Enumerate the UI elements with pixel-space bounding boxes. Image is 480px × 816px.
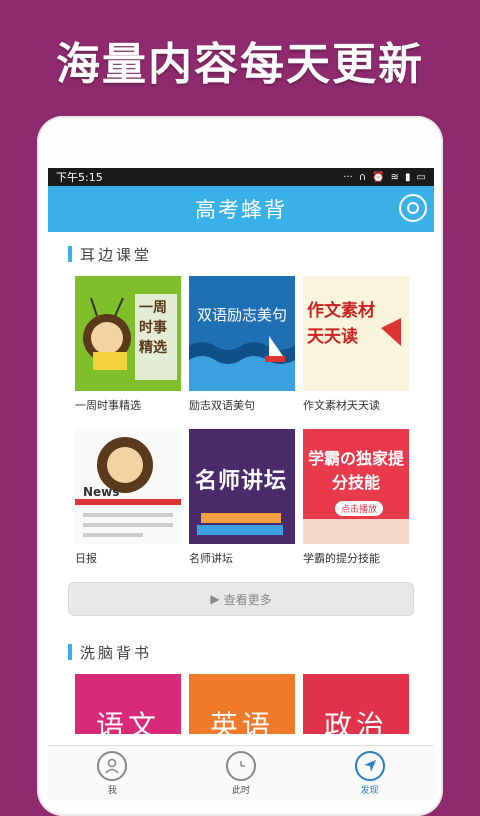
compass-icon bbox=[354, 750, 385, 781]
view-more-label: 查看更多 bbox=[223, 592, 272, 607]
thumb-text: 名师讲坛 bbox=[195, 469, 288, 494]
subject-label: 政治 bbox=[323, 709, 388, 734]
app-screen: 下午5:15 ··· ∩ ⏰ ≋ ▮ ▭ 高考蜂背 耳边课堂 一周时事精选 一周… bbox=[48, 168, 434, 800]
course-card[interactable]: 一周时事精选 一周时事精选 bbox=[75, 276, 181, 429]
section-marker bbox=[68, 644, 72, 660]
play-icon: ▶ bbox=[210, 592, 220, 606]
course-caption: 学霸的提分技能 bbox=[303, 552, 380, 565]
dots-icon: ··· bbox=[343, 171, 353, 183]
user-icon bbox=[97, 750, 128, 781]
wifi-icon: ≋ bbox=[390, 171, 400, 183]
subject-card[interactable]: 英语 bbox=[189, 674, 295, 734]
course-card[interactable]: News 日报 bbox=[75, 429, 181, 582]
battery-icon: ▭ bbox=[416, 171, 426, 183]
subject-card[interactable]: 语文 bbox=[75, 674, 181, 734]
promo-headline: 海量内容每天更新 bbox=[56, 39, 424, 90]
section-title-memorize: 洗脑背书 bbox=[48, 630, 434, 674]
alarm-icon: ⏰ bbox=[372, 171, 385, 183]
thumb-text: 学霸の独家提分技能 bbox=[307, 449, 404, 492]
course-caption: 日报 bbox=[75, 552, 97, 565]
course-grid: 一周时事精选 一周时事精选 双语励志美句 励志双语美句 作文素材天天读 作文素材… bbox=[48, 276, 434, 582]
section-title-classroom: 耳边课堂 bbox=[48, 232, 434, 276]
course-thumbnail[interactable]: 名师讲坛 bbox=[189, 429, 295, 544]
course-thumbnail[interactable]: 双语励志美句 bbox=[189, 276, 295, 391]
course-card[interactable]: 学霸の独家提分技能 点击播放 学霸的提分技能 bbox=[303, 429, 409, 582]
course-caption: 作文素材天天读 bbox=[303, 399, 380, 412]
tab-label: 发现 bbox=[360, 785, 379, 796]
subject-label: 语文 bbox=[95, 709, 160, 734]
signal-icon: ▮ bbox=[405, 171, 411, 183]
app-title: 高考蜂背 bbox=[195, 198, 287, 222]
course-caption: 名师讲坛 bbox=[189, 552, 233, 565]
course-thumbnail[interactable]: News bbox=[75, 429, 181, 544]
tab-now[interactable]: 此时 bbox=[177, 746, 306, 800]
course-card[interactable]: 名师讲坛 名师讲坛 bbox=[189, 429, 295, 582]
record-button[interactable] bbox=[399, 194, 427, 222]
status-bar: 下午5:15 ··· ∩ ⏰ ≋ ▮ ▭ bbox=[48, 168, 434, 186]
course-card[interactable]: 作文素材天天读 作文素材天天读 bbox=[303, 276, 409, 429]
record-icon bbox=[407, 202, 419, 214]
clock-icon bbox=[226, 750, 256, 781]
thumb-text: 一周时事精选 bbox=[139, 300, 167, 356]
section-label: 耳边课堂 bbox=[80, 245, 153, 264]
main-content: 耳边课堂 一周时事精选 一周时事精选 双语励志美句 励志双语美句 作文素材天天读… bbox=[48, 232, 434, 752]
course-thumbnail[interactable]: 作文素材天天读 bbox=[303, 276, 409, 391]
section-marker bbox=[68, 246, 72, 262]
status-time: 下午5:15 bbox=[56, 171, 103, 184]
view-more-button[interactable]: ▶ 查看更多 bbox=[68, 582, 414, 616]
course-card[interactable]: 双语励志美句 励志双语美句 bbox=[189, 276, 295, 429]
bottom-tab-bar: 我 此时 发现 bbox=[48, 745, 434, 800]
tab-label: 我 bbox=[107, 785, 117, 796]
section-label: 洗脑背书 bbox=[80, 643, 153, 662]
subject-label: 英语 bbox=[209, 709, 274, 734]
course-caption: 一周时事精选 bbox=[75, 399, 141, 412]
subject-card[interactable]: 政治 bbox=[303, 674, 409, 734]
app-header: 高考蜂背 bbox=[48, 186, 434, 232]
tab-label: 此时 bbox=[232, 785, 251, 796]
tab-me[interactable]: 我 bbox=[48, 746, 177, 800]
thumb-text: 作文素材天天读 bbox=[307, 301, 375, 347]
tab-discover[interactable]: 发现 bbox=[305, 746, 434, 800]
thumb-text: News bbox=[83, 485, 120, 499]
subject-grid: 语文 英语 政治 bbox=[48, 674, 434, 734]
course-caption: 励志双语美句 bbox=[189, 399, 255, 412]
play-badge[interactable]: 点击播放 bbox=[335, 501, 384, 516]
course-thumbnail[interactable]: 一周时事精选 bbox=[75, 276, 181, 391]
course-thumbnail[interactable]: 学霸の独家提分技能 点击播放 bbox=[303, 429, 409, 544]
thumb-text: 双语励志美句 bbox=[197, 306, 288, 324]
headphones-icon: ∩ bbox=[358, 171, 367, 183]
